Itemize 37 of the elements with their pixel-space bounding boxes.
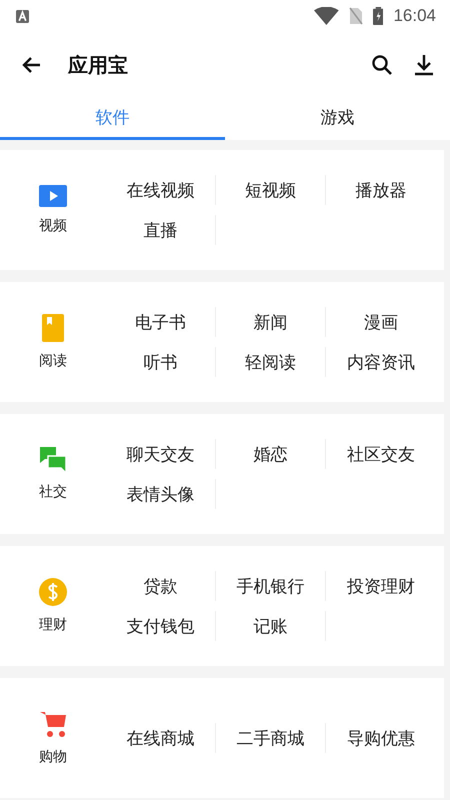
app-title: 应用宝 [68,52,128,78]
subcategory-link[interactable]: 婚恋 [254,442,288,466]
subcategory-link[interactable]: 短视频 [245,178,296,202]
subcategory-link[interactable]: 社区交友 [347,442,415,466]
subcategory-link[interactable]: 在线商城 [126,726,194,750]
category-name: 视频 [39,217,67,235]
wifi-icon [314,7,339,25]
subcategory-link[interactable]: 投资理财 [347,574,415,598]
category-name: 理财 [39,616,67,634]
subcategory-link[interactable]: 新闻 [254,310,288,334]
subcategory-link[interactable]: 手机银行 [236,574,304,598]
subcategory-link[interactable]: 直播 [144,218,178,242]
category-name: 社交 [39,483,67,501]
subcategory-link[interactable]: 贷款 [144,574,178,598]
tab[interactable]: 游戏 [225,98,450,140]
subcategory-link[interactable]: 导购优惠 [347,726,415,750]
category-name: 购物 [39,748,67,766]
subcategory-link[interactable]: 二手商城 [236,726,304,750]
subcategory-link[interactable]: 播放器 [356,178,406,202]
clock: 16:04 [393,6,436,26]
search-icon [370,53,394,77]
battery-icon [372,7,384,25]
subcategory-link[interactable]: 表情头像 [126,482,194,506]
subcategory-link[interactable]: 在线视频 [126,178,194,202]
no-sim-icon [348,7,363,25]
subcategory-link[interactable]: 听书 [144,350,178,374]
download-icon [412,53,436,77]
subcategory-link[interactable]: 聊天交友 [126,442,194,466]
notification-icon [16,10,29,22]
category-name: 阅读 [39,352,67,370]
subcategory-link[interactable]: 记账 [254,614,288,638]
subcategory-link[interactable]: 电子书 [135,310,186,334]
subcategory-link[interactable]: 内容资讯 [347,350,415,374]
tab[interactable]: 软件 [0,98,225,140]
subcategory-link[interactable]: 支付钱包 [126,614,194,638]
subcategory-link[interactable]: 漫画 [364,310,398,334]
subcategory-link[interactable]: 轻阅读 [245,350,296,374]
